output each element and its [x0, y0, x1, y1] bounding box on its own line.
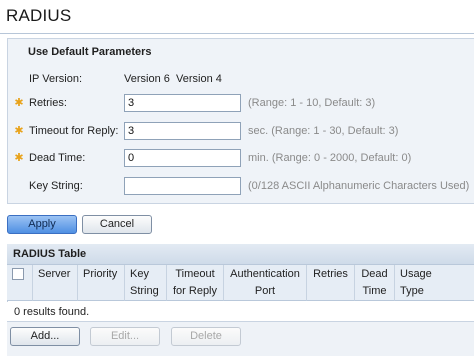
- column-priority[interactable]: Priority: [78, 265, 125, 301]
- cancel-button[interactable]: Cancel: [82, 215, 152, 234]
- timeout-field[interactable]: [124, 122, 241, 140]
- ip-version-6-option[interactable]: Version 6: [124, 73, 170, 85]
- column-authentication-line1: Authentication: [230, 268, 300, 280]
- table-caption: RADIUS Table: [7, 244, 474, 265]
- key-string-field[interactable]: [124, 177, 241, 195]
- column-retries[interactable]: Retries: [307, 265, 355, 301]
- column-usage-type-line2: Type: [400, 285, 424, 297]
- table-caption-label: RADIUS Table: [13, 248, 87, 260]
- edit-button[interactable]: Edit...: [90, 327, 160, 346]
- column-authentication-port[interactable]: Authentication Port: [224, 265, 307, 301]
- timeout-hint: sec. (Range: 1 - 30, Default: 3): [248, 125, 399, 137]
- column-key-string-line1: Key: [130, 268, 149, 280]
- select-all-checkbox[interactable]: [12, 268, 24, 280]
- timeout-label: Timeout for Reply:: [29, 125, 119, 137]
- column-retries-label: Retries: [313, 268, 348, 280]
- title-divider: [0, 33, 474, 34]
- section-heading: Use Default Parameters: [28, 46, 152, 58]
- results-count: 0 results found.: [14, 306, 90, 318]
- column-usage-type[interactable]: Usage Type: [395, 265, 474, 301]
- column-timeout-line2: for Reply: [172, 285, 218, 297]
- page-title: RADIUS: [6, 6, 72, 25]
- retries-hint: (Range: 1 - 10, Default: 3): [248, 97, 376, 109]
- dead-time-label: Dead Time:: [29, 152, 86, 164]
- column-priority-label: Priority: [83, 268, 118, 280]
- results-row: 0 results found.: [7, 302, 474, 322]
- dead-time-field[interactable]: [124, 149, 241, 167]
- asterisk-icon: ✱: [14, 125, 24, 137]
- column-dead-time[interactable]: Dead Time: [355, 265, 395, 301]
- column-key-string[interactable]: Key String: [125, 265, 167, 301]
- asterisk-icon: ✱: [14, 152, 24, 164]
- retries-label: Retries:: [29, 97, 67, 109]
- key-string-label: Key String:: [29, 180, 83, 192]
- asterisk-icon: ✱: [14, 97, 24, 109]
- key-string-hint: (0/128 ASCII Alphanumeric Characters Use…: [248, 180, 470, 192]
- column-dead-time-line2: Time: [362, 285, 387, 297]
- delete-button[interactable]: Delete: [171, 327, 241, 346]
- ip-version-label: IP Version:: [29, 73, 82, 85]
- column-timeout-line1: Timeout: [175, 268, 215, 280]
- column-authentication-line2: Port: [254, 285, 276, 297]
- column-usage-type-line1: Usage: [400, 268, 432, 280]
- dead-time-hint: min. (Range: 0 - 2000, Default: 0): [248, 152, 412, 164]
- column-server[interactable]: Server: [33, 265, 78, 301]
- column-server-label: Server: [38, 268, 71, 280]
- add-button[interactable]: Add...: [10, 327, 80, 346]
- column-dead-time-line1: Dead: [361, 268, 388, 280]
- apply-button[interactable]: Apply: [7, 215, 77, 234]
- column-timeout[interactable]: Timeout for Reply: [167, 265, 224, 301]
- column-key-string-line2: String: [130, 285, 159, 297]
- retries-field[interactable]: [124, 94, 241, 112]
- ip-version-4-option[interactable]: Version 4: [176, 73, 222, 85]
